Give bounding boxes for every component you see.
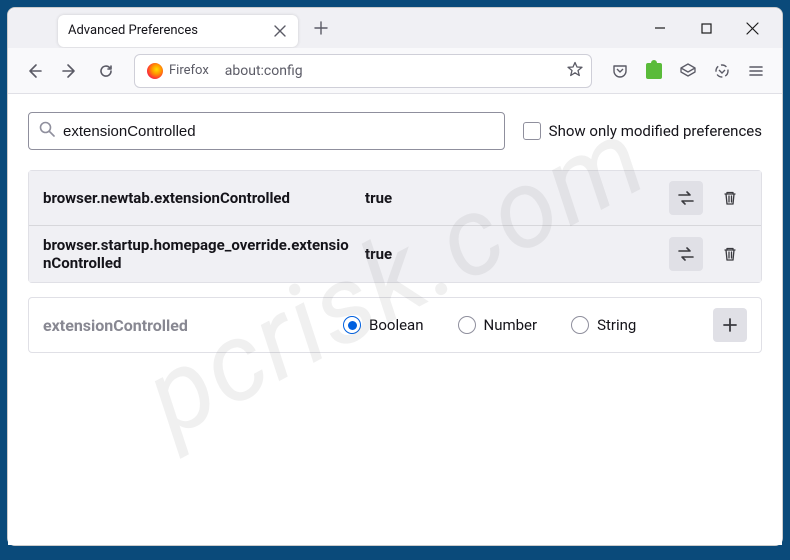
nav-toolbar: Firefox about:config — [8, 48, 782, 94]
config-search-box[interactable] — [28, 112, 505, 150]
pref-name: browser.newtab.extensionControlled — [43, 189, 355, 207]
radio-icon[interactable] — [458, 316, 476, 334]
pref-name: browser.startup.homepage_override.extens… — [43, 236, 355, 272]
toggle-button[interactable] — [669, 237, 703, 271]
reload-button[interactable] — [90, 55, 122, 87]
account-icon[interactable] — [672, 55, 704, 87]
search-icon — [39, 121, 55, 141]
add-pref-row: extensionControlled Boolean Number Strin… — [28, 297, 762, 353]
close-window-button[interactable] — [730, 12, 774, 44]
preferences-table: browser.newtab.extensionControlled true … — [28, 170, 762, 283]
radio-icon[interactable] — [571, 316, 589, 334]
new-tab-button[interactable] — [306, 13, 336, 43]
radio-icon[interactable] — [343, 316, 361, 334]
maximize-button[interactable] — [684, 12, 728, 44]
radio-label: String — [597, 316, 636, 334]
type-radio-number[interactable]: Number — [458, 316, 538, 334]
pref-row[interactable]: browser.startup.homepage_override.extens… — [29, 226, 761, 282]
tab-title: Advanced Preferences — [68, 23, 272, 38]
show-modified-label: Show only modified preferences — [549, 122, 762, 140]
browser-tab[interactable]: Advanced Preferences — [58, 15, 298, 47]
delete-button[interactable] — [713, 237, 747, 271]
type-radio-string[interactable]: String — [571, 316, 636, 334]
add-button[interactable] — [713, 308, 747, 342]
url-text[interactable]: about:config — [225, 63, 559, 79]
toggle-button[interactable] — [669, 181, 703, 215]
identity-label: Firefox — [169, 63, 209, 78]
checkbox-icon[interactable] — [523, 122, 541, 140]
config-search-input[interactable] — [63, 123, 494, 140]
pref-value: true — [365, 245, 659, 263]
radio-label: Number — [484, 316, 538, 334]
content-area: Show only modified preferences browser.n… — [8, 94, 782, 545]
add-pref-name: extensionControlled — [43, 316, 333, 335]
forward-button[interactable] — [54, 55, 86, 87]
identity-box[interactable]: Firefox — [143, 61, 217, 81]
pref-value: true — [365, 189, 659, 207]
close-tab-icon[interactable] — [272, 23, 288, 39]
show-modified-checkbox-wrap[interactable]: Show only modified preferences — [523, 122, 762, 140]
pref-row[interactable]: browser.newtab.extensionControlled true — [29, 171, 761, 226]
minimize-button[interactable] — [638, 12, 682, 44]
firefox-logo-icon — [147, 63, 163, 79]
titlebar: Advanced Preferences — [8, 8, 782, 48]
radio-label: Boolean — [369, 316, 424, 334]
downloads-icon[interactable] — [706, 55, 738, 87]
extension-icon[interactable] — [638, 55, 670, 87]
delete-button[interactable] — [713, 181, 747, 215]
back-button[interactable] — [18, 55, 50, 87]
address-bar[interactable]: Firefox about:config — [134, 54, 592, 88]
app-menu-icon[interactable] — [740, 55, 772, 87]
pocket-icon[interactable] — [604, 55, 636, 87]
type-radio-boolean[interactable]: Boolean — [343, 316, 424, 334]
bookmark-star-icon[interactable] — [567, 61, 583, 81]
